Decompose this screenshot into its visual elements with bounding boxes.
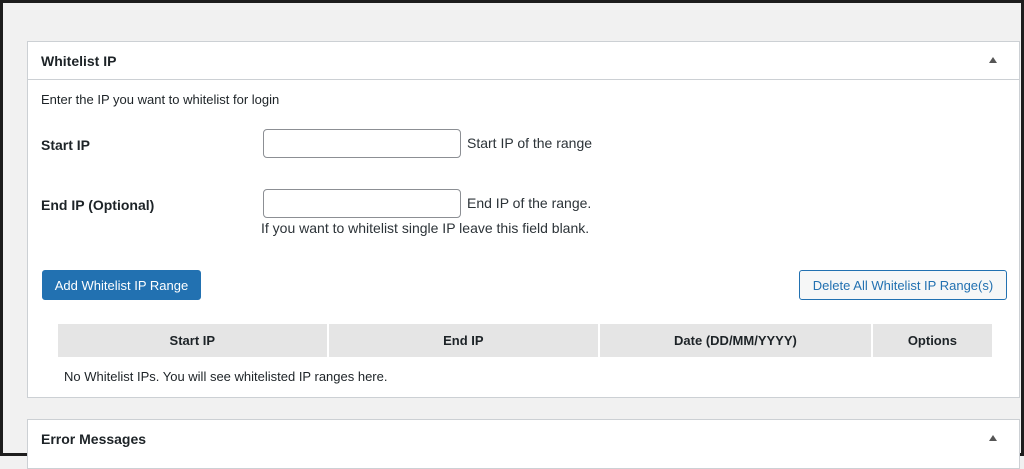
- arrow-up-icon[interactable]: [989, 57, 997, 63]
- end-ip-description: End IP of the range.: [467, 195, 592, 211]
- whitelist-ip-table: Start IP End IP Date (DD/MM/YYYY) Option…: [56, 324, 994, 384]
- table-row: No Whitelist IPs. You will see whitelist…: [58, 357, 992, 384]
- empty-table-message: No Whitelist IPs. You will see whitelist…: [64, 369, 388, 384]
- panel-title: Whitelist IP: [41, 53, 117, 69]
- panel-header[interactable]: Error Messages: [28, 420, 1019, 457]
- start-ip-input[interactable]: [263, 129, 461, 158]
- start-ip-description: Start IP of the range: [467, 135, 593, 151]
- column-header-date: Date (DD/MM/YYYY): [600, 324, 871, 357]
- add-whitelist-ip-range-button[interactable]: Add Whitelist IP Range: [42, 270, 201, 300]
- panel-title: Error Messages: [41, 431, 147, 447]
- table-header-row: Start IP End IP Date (DD/MM/YYYY) Option…: [58, 324, 992, 357]
- end-ip-label: End IP (Optional): [41, 197, 155, 213]
- start-ip-label: Start IP: [41, 137, 91, 153]
- intro-text: Enter the IP you want to whitelist for l…: [41, 92, 280, 107]
- column-header-options: Options: [872, 324, 992, 357]
- end-ip-input[interactable]: [263, 189, 461, 218]
- end-ip-hint: If you want to whitelist single IP leave…: [261, 220, 590, 236]
- arrow-up-icon[interactable]: [989, 435, 997, 441]
- column-header-start-ip: Start IP: [58, 324, 327, 357]
- column-header-end-ip: End IP: [328, 324, 599, 357]
- panel-header[interactable]: Whitelist IP: [28, 42, 1019, 80]
- delete-all-whitelist-button[interactable]: Delete All Whitelist IP Range(s): [799, 270, 1007, 300]
- whitelist-ip-panel: Whitelist IP Enter the IP you want to wh…: [27, 41, 1020, 398]
- error-messages-panel: Error Messages: [27, 419, 1020, 469]
